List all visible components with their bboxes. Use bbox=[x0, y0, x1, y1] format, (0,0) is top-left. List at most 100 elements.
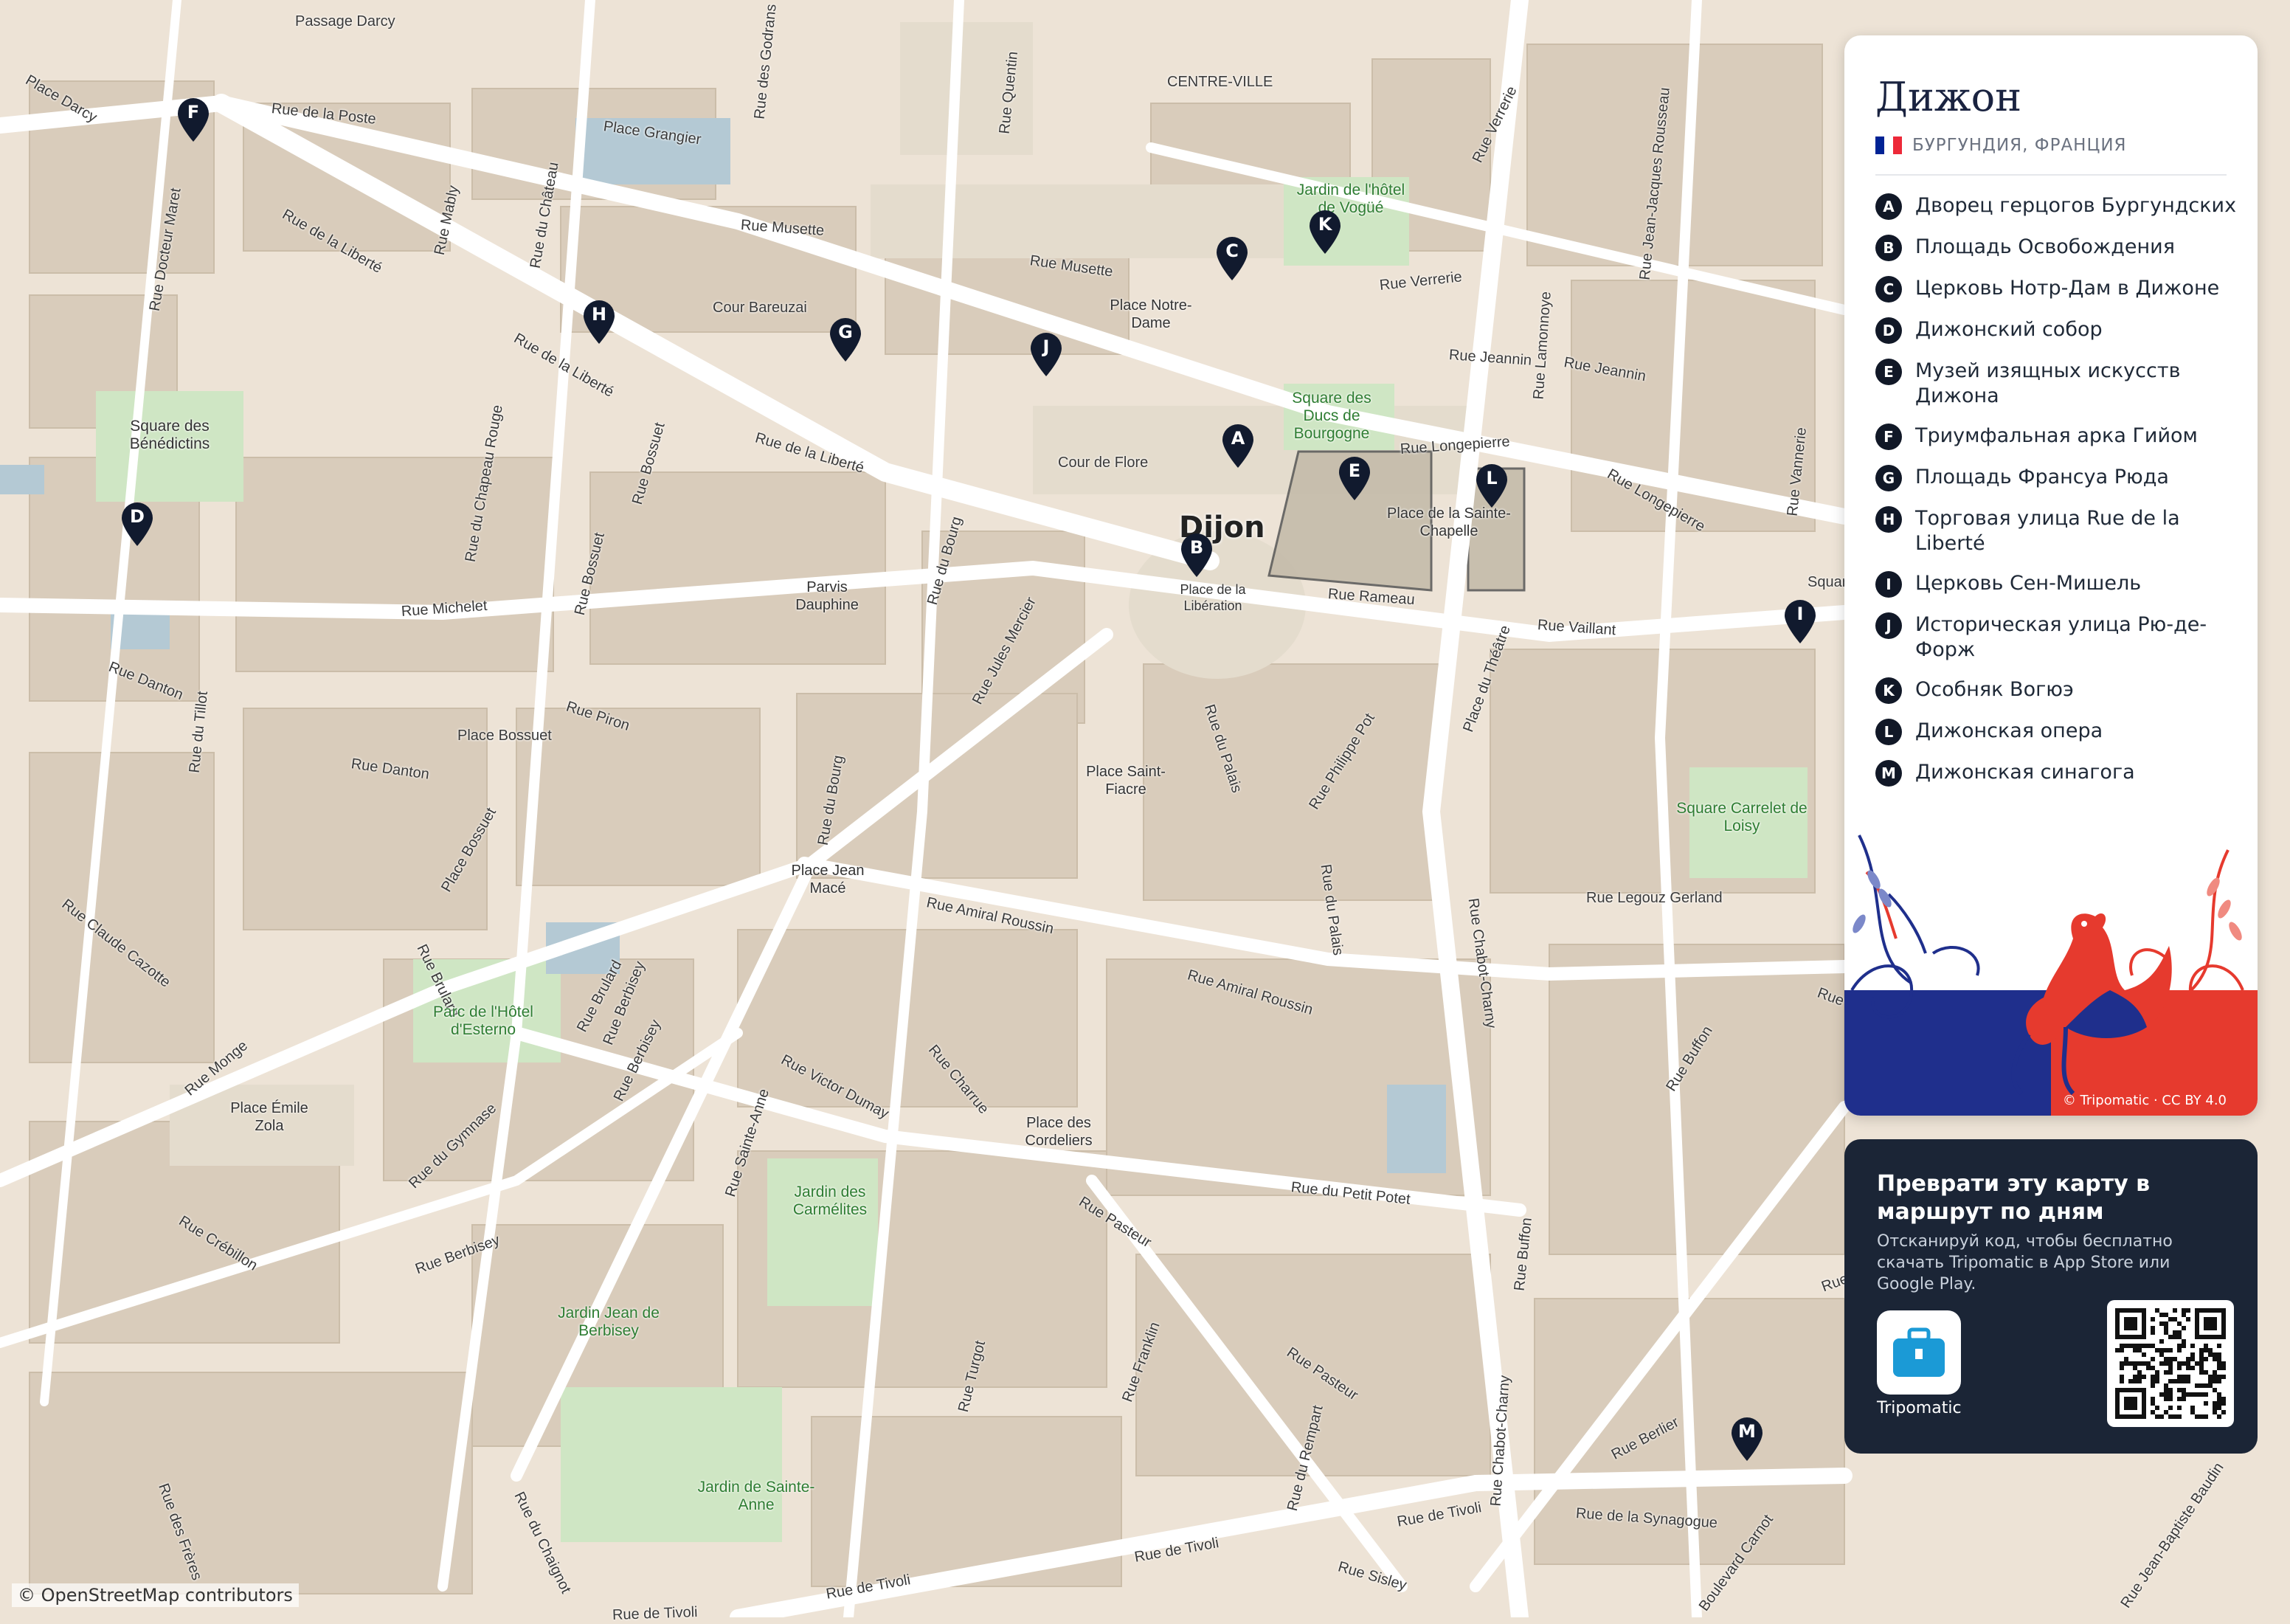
poi-name: Дижонский собор bbox=[1915, 318, 2103, 341]
legend-panel: Дижон БУРГУНДИЯ, ФРАНЦИЯ A Дворец герцого… bbox=[1844, 35, 2258, 1116]
poi-badge: K bbox=[1875, 677, 1902, 704]
suitcase-icon bbox=[1893, 1327, 1945, 1377]
promo-title: Преврати эту карту в маршрут по дням bbox=[1877, 1171, 2151, 1225]
poi-badge: E bbox=[1875, 359, 1902, 385]
square-label: Place Notre-Dame bbox=[1110, 297, 1192, 331]
park-label: Jardin des Carmélites bbox=[792, 1184, 868, 1218]
flag-stripe bbox=[1893, 137, 1902, 154]
poi-list-item[interactable]: M Дижонская синагога bbox=[1875, 760, 2252, 787]
france-flag-icon bbox=[1875, 137, 1902, 154]
poi-badge: A bbox=[1875, 193, 1902, 220]
poi-name: Церковь Нотр-Дам в Дижоне bbox=[1915, 277, 2220, 300]
region-row: БУРГУНДИЯ, ФРАНЦИЯ bbox=[1875, 136, 2127, 155]
street-label: CENTRE-VILLE bbox=[1167, 74, 1273, 90]
marker-letter: F bbox=[187, 102, 200, 122]
poi-list: A Дворец герцогов Бургундских B Площадь Осв… bbox=[1875, 193, 2252, 801]
marker-letter: E bbox=[1348, 460, 1361, 481]
park-label: Square des Bénédictins bbox=[129, 418, 210, 452]
poi-list-item[interactable]: J Историческая улица Рю-де-Форж bbox=[1875, 612, 2252, 663]
map-marker-h[interactable]: H bbox=[581, 298, 618, 345]
map-marker-j[interactable]: J bbox=[1028, 331, 1065, 378]
promo-card: Преврати эту карту в маршрут по дням Отс… bbox=[1844, 1139, 2258, 1454]
poi-name: Дижонская опера bbox=[1915, 719, 2103, 742]
poi-list-item[interactable]: C Церковь Нотр-Дам в Дижоне bbox=[1875, 276, 2252, 303]
poi-name: Дворец герцогов Бургундских bbox=[1915, 194, 2237, 217]
park-label: Square Carrelet de Loisy bbox=[1676, 800, 1808, 835]
map-marker-d[interactable]: D bbox=[119, 500, 156, 547]
street-label: Rue de Tivoli bbox=[612, 1603, 698, 1623]
app-icon[interactable] bbox=[1877, 1310, 1961, 1395]
marker-letter: B bbox=[1189, 537, 1204, 558]
map-marker-i[interactable]: I bbox=[1782, 598, 1819, 645]
map-marker-a[interactable]: A bbox=[1220, 422, 1256, 469]
osm-attribution[interactable]: © OpenStreetMap contributors bbox=[12, 1583, 299, 1607]
poi-badge: D bbox=[1875, 317, 1902, 344]
map-marker-k[interactable]: K bbox=[1307, 208, 1343, 255]
poi-name: Особняк Вогюэ bbox=[1915, 678, 2074, 701]
poi-list-item[interactable]: F Триумфальная арка Гийом bbox=[1875, 424, 2252, 450]
poi-list-item[interactable]: D Дижонский собор bbox=[1875, 317, 2252, 344]
region-label: БУРГУНДИЯ, ФРАНЦИЯ bbox=[1912, 136, 2127, 155]
marker-letter: A bbox=[1231, 428, 1245, 449]
square-label: Place de la Libération bbox=[1180, 582, 1246, 613]
map-marker-c[interactable]: C bbox=[1214, 235, 1250, 282]
poi-badge: I bbox=[1875, 571, 1902, 598]
square-label: Place Émile Zola bbox=[230, 1100, 308, 1134]
street-label: Place Bossuet bbox=[457, 728, 552, 744]
map-marker-f[interactable]: F bbox=[175, 96, 212, 143]
qr-code-graphic bbox=[2115, 1308, 2226, 1419]
marker-letter: C bbox=[1225, 241, 1239, 261]
marker-letter: I bbox=[1796, 604, 1804, 624]
poi-badge: H bbox=[1875, 506, 1902, 533]
art-credit[interactable]: © Tripomatic · CC BY 4.0 bbox=[2063, 1093, 2227, 1108]
poi-list-item[interactable]: B Площадь Освобождения bbox=[1875, 235, 2252, 261]
poi-list-item[interactable]: L Дижонская опера bbox=[1875, 719, 2252, 745]
marker-letter: J bbox=[1042, 336, 1050, 357]
flag-stripe bbox=[1884, 137, 1893, 154]
poi-list-item[interactable]: E Музей изящных искусств Дижона bbox=[1875, 359, 2252, 409]
poi-badge: C bbox=[1875, 276, 1902, 303]
map-marker-b[interactable]: B bbox=[1178, 531, 1215, 578]
poi-badge: G bbox=[1875, 465, 1902, 491]
street-label: Rue Legouz Gerland bbox=[1586, 890, 1723, 906]
park-label: Jardin Jean de Berbisey bbox=[558, 1305, 660, 1339]
marker-letter: G bbox=[838, 322, 853, 342]
street-label: Cour Bareuzai bbox=[713, 300, 807, 316]
park-label: Square des Ducs de Bourgogne bbox=[1292, 390, 1371, 442]
divider bbox=[1875, 174, 2227, 176]
marker-letter: M bbox=[1738, 1421, 1756, 1442]
map-marker-g[interactable]: G bbox=[827, 316, 864, 363]
street-label: Passage Darcy bbox=[295, 13, 395, 30]
marker-letter: K bbox=[1318, 214, 1332, 235]
poi-name: Площадь Освобождения bbox=[1915, 235, 2175, 258]
promo-text: Отсканируй код, чтобы бесплатно скачать … bbox=[1877, 1232, 2173, 1293]
map-marker-m[interactable]: M bbox=[1729, 1415, 1765, 1462]
poi-name: Дижонская синагога bbox=[1915, 761, 2135, 784]
poi-name: Историческая улица Рю-де-Форж bbox=[1915, 613, 2207, 661]
square-label: Place Jean Macé bbox=[791, 863, 865, 896]
poi-list-item[interactable]: K Особняк Вогюэ bbox=[1875, 677, 2252, 704]
poi-badge: F bbox=[1875, 424, 1902, 450]
marker-letter: H bbox=[591, 304, 607, 325]
poi-list-item[interactable]: H Торговая улица Rue de la Liberté bbox=[1875, 506, 2252, 556]
map-marker-l[interactable]: L bbox=[1473, 462, 1510, 509]
flag-stripe bbox=[1875, 137, 1884, 154]
poi-name: Музей изящных искусств Дижона bbox=[1915, 359, 2181, 407]
app-name: Tripomatic bbox=[1877, 1399, 1962, 1417]
poi-badge: L bbox=[1875, 719, 1902, 745]
poi-list-item[interactable]: G Площадь Франсуа Рюда bbox=[1875, 465, 2252, 491]
rooster-illustration bbox=[1844, 835, 2258, 1116]
qr-code-icon[interactable] bbox=[2107, 1300, 2234, 1427]
square-label: Place de la Sainte-Chapelle bbox=[1387, 505, 1511, 539]
poi-badge: B bbox=[1875, 235, 1902, 261]
square-label: Place des Cordeliers bbox=[1025, 1115, 1093, 1149]
park-label: Jardin de Sainte-Anne bbox=[697, 1479, 815, 1513]
park-label: Parc de l'Hôtel d'Esterno bbox=[433, 1003, 533, 1038]
marker-letter: D bbox=[130, 506, 145, 527]
page-title: Дижон bbox=[1875, 74, 2022, 120]
map-marker-e[interactable]: E bbox=[1336, 455, 1373, 502]
poi-list-item[interactable]: A Дворец герцогов Бургундских bbox=[1875, 193, 2252, 220]
poi-list-item[interactable]: I Церковь Сен-Мишель bbox=[1875, 571, 2252, 598]
poi-name: Церковь Сен-Мишель bbox=[1915, 572, 2142, 595]
poi-badge: J bbox=[1875, 612, 1902, 639]
